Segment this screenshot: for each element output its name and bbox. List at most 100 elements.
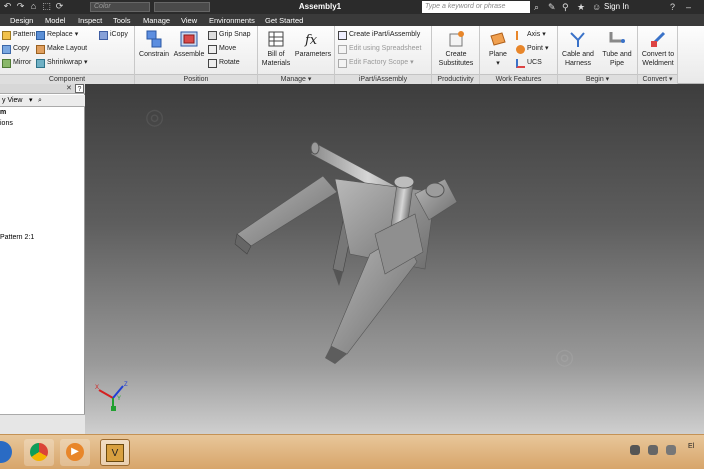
- sign-in-link[interactable]: Sign In: [604, 1, 629, 13]
- dropdown-arrow-icon[interactable]: ▾: [308, 76, 312, 83]
- coordinate-triad: X Z Y: [95, 382, 128, 411]
- dropdown-arrow-icon[interactable]: ▾: [29, 95, 33, 107]
- replace-icon: [36, 30, 45, 40]
- help-icon[interactable]: ?: [75, 84, 84, 93]
- edit-spreadsheet-button[interactable]: Edit using Spreadsheet: [338, 43, 421, 55]
- browser-view-selector[interactable]: y View ▾ ⌕: [0, 95, 85, 107]
- dropdown-arrow-icon: ▾: [74, 31, 79, 38]
- x-axis-label: X: [95, 385, 99, 391]
- begin-panel-label: Begin ▾: [558, 74, 637, 84]
- close-icon[interactable]: ✕: [66, 84, 72, 94]
- update-icon[interactable]: ⟳: [54, 1, 65, 12]
- select-icon[interactable]: ⬚: [41, 1, 52, 12]
- grip-snap-button[interactable]: Grip Snap: [208, 29, 251, 41]
- tree-item[interactable]: m: [0, 108, 6, 118]
- material-combo[interactable]: [154, 2, 210, 12]
- mirror-icon: [2, 58, 11, 68]
- z-axis-label: Z: [124, 382, 128, 388]
- tree-item[interactable]: ions: [0, 119, 13, 129]
- icopy-icon: [99, 30, 108, 40]
- mirror-button[interactable]: Mirror: [2, 57, 31, 69]
- tab-inspect[interactable]: Inspect: [75, 15, 105, 26]
- tray-icon[interactable]: [630, 445, 640, 455]
- dropdown-arrow-icon: ▾: [542, 31, 546, 38]
- productivity-panel-label: Productivity: [432, 74, 479, 84]
- tree-item[interactable]: Pattern 2:1: [0, 233, 34, 243]
- color-combo[interactable]: Color: [90, 2, 150, 12]
- create-ipart-button[interactable]: Create iPart/iAssembly: [338, 29, 420, 41]
- create-substitutes-button[interactable]: Create Substitutes: [434, 28, 478, 68]
- edit-factory-scope-button[interactable]: Edit Factory Scope ▾: [338, 57, 414, 69]
- spreadsheet-icon: [338, 44, 347, 54]
- tube-pipe-icon: [609, 32, 625, 43]
- browser-header: ✕ ?: [0, 84, 85, 94]
- user-icon[interactable]: ☺: [592, 1, 601, 13]
- home-icon[interactable]: ⌂: [28, 1, 39, 12]
- shrinkwrap-button[interactable]: Shrinkwrap ▾: [36, 57, 88, 69]
- inventor-taskbar-icon[interactable]: V: [100, 439, 130, 466]
- constrain-icon: [146, 30, 162, 48]
- infocenter-icon[interactable]: ✎: [548, 1, 556, 13]
- subscription-icon[interactable]: ⚲: [562, 1, 569, 13]
- copy-button[interactable]: Copy: [2, 43, 29, 55]
- help-icon[interactable]: ?: [670, 1, 675, 13]
- tube-pipe-button[interactable]: Tube and Pipe: [598, 28, 636, 68]
- start-orb-icon[interactable]: [0, 439, 12, 466]
- move-icon: [208, 44, 217, 54]
- tab-environments[interactable]: Environments: [206, 15, 258, 26]
- icopy-button[interactable]: iCopy: [99, 29, 128, 41]
- minimize-icon[interactable]: –: [686, 1, 691, 13]
- media-player-taskbar-icon[interactable]: ▶: [60, 439, 90, 466]
- dropdown-arrow-icon[interactable]: ▾: [669, 76, 673, 83]
- favorites-icon[interactable]: ★: [577, 1, 585, 13]
- component-panel: Pattern Copy Mirror Replace ▾ Make Layout…: [0, 26, 135, 84]
- dropdown-arrow-icon: ▾: [544, 45, 549, 52]
- binoculars-icon[interactable]: ⌕: [534, 1, 539, 13]
- convert-panel-label: Convert ▾: [638, 74, 677, 84]
- rotate-button[interactable]: Rotate: [208, 57, 240, 69]
- browser-status: [0, 414, 85, 434]
- tab-manage[interactable]: Manage: [140, 15, 173, 26]
- rotate-icon: [208, 58, 217, 68]
- tab-view[interactable]: View: [178, 15, 200, 26]
- search-input[interactable]: Type a keyword or phrase: [422, 1, 530, 13]
- tray-icon[interactable]: [648, 445, 658, 455]
- point-icon: [516, 44, 525, 54]
- chrome-taskbar-icon[interactable]: [24, 439, 54, 466]
- shrinkwrap-icon: [36, 58, 45, 68]
- assemble-button[interactable]: Assemble: [172, 28, 206, 59]
- grip-snap-icon: [208, 30, 217, 40]
- cable-harness-button[interactable]: Cable and Harness: [559, 28, 597, 68]
- tab-get-started[interactable]: Get Started: [262, 15, 306, 26]
- convert-weldment-button[interactable]: Convert to Weldment: [639, 28, 677, 68]
- pattern-button[interactable]: Pattern: [2, 29, 36, 41]
- plane-button[interactable]: Plane ▾: [482, 28, 514, 68]
- axis-button[interactable]: Axis ▾: [516, 29, 546, 41]
- windows-taskbar: ▶ V El: [0, 434, 704, 469]
- tray-icon[interactable]: [666, 445, 676, 455]
- ipart-panel-label: iPart/iAssembly: [335, 74, 431, 84]
- constrain-button[interactable]: Constrain: [137, 28, 171, 59]
- component-panel-label: Component: [0, 74, 134, 84]
- position-panel: Constrain Assemble Grip Snap Move Rotate…: [135, 26, 258, 84]
- pattern-icon: [2, 30, 11, 40]
- undo-icon[interactable]: ↶: [2, 1, 13, 12]
- search-tree-icon[interactable]: ⌕: [38, 95, 42, 107]
- svg-text:fx: fx: [304, 33, 318, 48]
- position-panel-label: Position: [135, 74, 257, 84]
- replace-button[interactable]: Replace ▾: [36, 29, 78, 41]
- quick-access-toolbar: ↶ ↷ ⌂ ⬚ ⟳ Color Assembly1 Type a keyword…: [0, 0, 704, 14]
- redo-icon[interactable]: ↷: [15, 1, 26, 12]
- point-button[interactable]: Point ▾: [516, 43, 548, 55]
- make-layout-button[interactable]: Make Layout: [36, 43, 87, 55]
- tab-tools[interactable]: Tools: [110, 15, 134, 26]
- tab-design[interactable]: Design: [7, 15, 36, 26]
- ucs-button[interactable]: UCS: [516, 57, 542, 69]
- parameters-button[interactable]: fx Parameters: [293, 28, 333, 59]
- tab-model[interactable]: Model: [42, 15, 68, 26]
- bill-of-materials-button[interactable]: Bill of Materials: [259, 28, 293, 68]
- graphics-viewport[interactable]: ◎ ◎ X Z Y: [85, 84, 704, 434]
- move-button[interactable]: Move: [208, 43, 236, 55]
- dropdown-arrow-icon[interactable]: ▾: [606, 76, 610, 83]
- dropdown-arrow-icon: ▾: [496, 60, 500, 67]
